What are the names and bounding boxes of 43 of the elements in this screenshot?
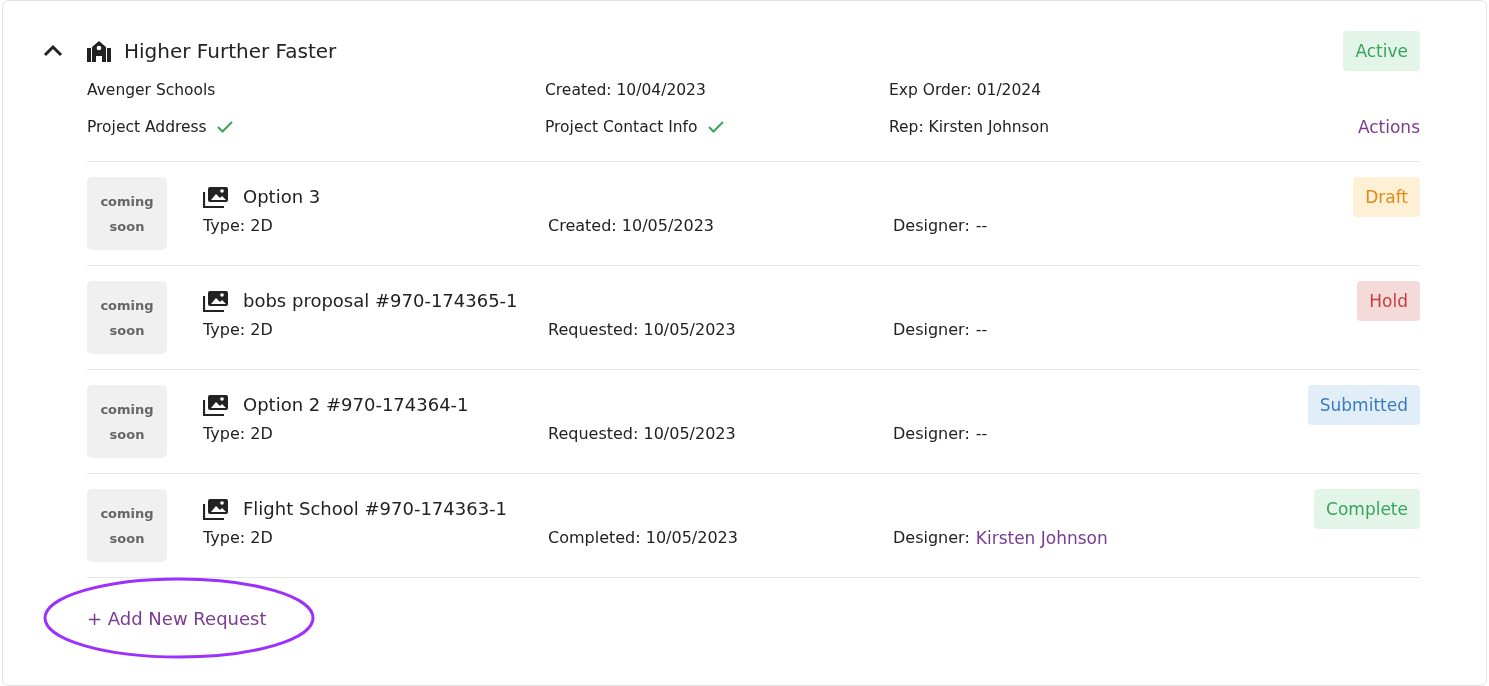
- request-title: Option 2 #970-174364-1: [243, 394, 469, 415]
- status-badge: Active: [1343, 31, 1420, 71]
- rep-name: Rep: Kirsten Johnson: [889, 117, 1050, 136]
- status-badge: Hold: [1357, 280, 1420, 321]
- designer-value: --: [975, 216, 988, 235]
- request-title: bobs proposal #970-174365-1: [243, 290, 518, 311]
- actions-link[interactable]: Actions: [1357, 116, 1420, 137]
- thumbnail-placeholder-text: coming soon: [99, 504, 155, 548]
- request-date: Completed: 10/05/2023: [548, 528, 739, 548]
- request-date: Requested: 10/05/2023: [548, 424, 737, 443]
- designer-label: Designer:: [893, 528, 970, 548]
- images-icon: [203, 497, 229, 520]
- request-date: Created: 10/05/2023: [548, 216, 715, 235]
- images-icon: [203, 185, 229, 208]
- images-icon: [203, 393, 229, 416]
- client-name: Avenger Schools: [87, 80, 217, 99]
- designer-label: Designer:: [893, 424, 970, 443]
- request-type: Type: 2D: [203, 528, 274, 548]
- designer-label: Designer:: [893, 320, 970, 339]
- request-title: Flight School #970-174363-1: [243, 498, 508, 519]
- add-request-link[interactable]: + Add New Request: [87, 608, 267, 629]
- created-date: Created: 10/04/2023: [545, 80, 707, 99]
- exp-order: Exp Order: 01/2024: [889, 80, 1043, 99]
- thumbnail-placeholder-text: coming soon: [99, 192, 155, 236]
- checklist-label: Project Address: [87, 117, 207, 136]
- school-building-icon: [87, 40, 111, 62]
- checklist-label: Project Contact Info: [545, 117, 698, 136]
- status-badge: Submitted: [1307, 384, 1420, 425]
- thumbnail-placeholder-text: coming soon: [99, 296, 155, 340]
- thumbnail-placeholder-text: coming soon: [99, 400, 155, 444]
- status-badge: Draft: [1353, 176, 1420, 217]
- request-title: Option 3: [243, 186, 321, 207]
- designer-label: Designer:: [893, 216, 970, 235]
- images-icon: [203, 289, 229, 312]
- request-type: Type: 2D: [203, 320, 274, 339]
- project-title: Higher Further Faster: [124, 39, 337, 63]
- request-type: Type: 2D: [203, 216, 274, 235]
- request-date: Requested: 10/05/2023: [548, 320, 737, 339]
- status-badge: Complete: [1314, 488, 1420, 529]
- designer-link[interactable]: Kirsten Johnson: [975, 528, 1108, 548]
- request-type: Type: 2D: [203, 424, 274, 443]
- designer-value: --: [975, 424, 988, 443]
- designer-value: --: [975, 320, 988, 339]
